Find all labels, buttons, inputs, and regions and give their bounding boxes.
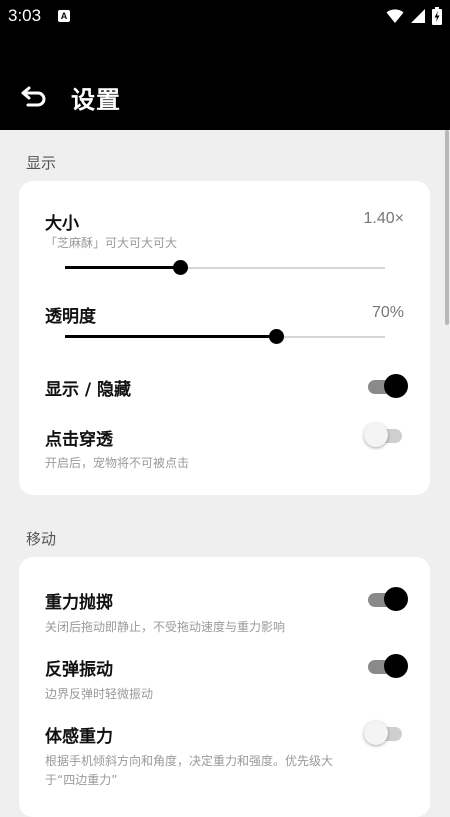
status-bar: 3:03 A [0,0,450,32]
status-icons [386,7,442,25]
size-slider-fill [65,266,181,269]
size-label: 大小 [45,214,79,234]
section-title-move: 移动 [26,530,57,548]
gravity-throw-toggle[interactable] [368,587,408,611]
battery-charging-icon [432,7,442,25]
opacity-value: 70% [371,304,404,321]
scrollbar[interactable] [445,130,449,325]
gravity-throw-toggle-thumb [384,587,408,611]
opacity-slider-thumb[interactable] [269,329,285,344]
wifi-icon [386,9,404,23]
motion-gravity-label: 体感重力 [45,727,113,747]
size-value: 1.40× [363,210,404,227]
app-bar: 设置 [0,32,450,130]
bounce-vibration-toggle[interactable] [368,654,408,678]
size-description: 「芝麻酥」可大可大可大 [45,236,178,250]
click-through-description: 开启后，宠物将不可被点击 [45,456,190,470]
motion-gravity-toggle[interactable] [364,721,402,745]
motion-gravity-description-line2: 于“四边重力” [45,773,118,787]
bounce-vibration-description: 边界反弹时轻微振动 [45,687,154,701]
click-through-toggle[interactable] [364,423,402,447]
show-hide-toggle-thumb [384,374,408,398]
display-card: 大小 1.40× 「芝麻酥」可大可大可大 透明度 70% 显示 / 隐藏 点击穿… [19,181,430,495]
motion-gravity-description-line1: 根据手机倾斜方向和角度，决定重力和强度。优先级大 [45,754,334,768]
section-title-display: 显示 [26,154,57,172]
back-arrow-icon [21,86,46,107]
signal-icon [411,9,425,23]
move-card: 重力抛掷 关闭后拖动即静止，不受拖动速度与重力影响 反弹振动 边界反弹时轻微振动… [19,557,430,817]
opacity-label: 透明度 [45,307,96,327]
click-through-toggle-thumb [364,423,388,447]
size-slider[interactable] [65,260,385,276]
opacity-slider[interactable] [65,329,385,345]
page-title: 设置 [71,86,121,114]
bounce-vibration-toggle-thumb [384,654,408,678]
click-through-label: 点击穿透 [45,430,113,450]
show-hide-toggle[interactable] [368,374,408,398]
a-icon: A [58,10,70,22]
size-slider-thumb[interactable] [173,260,189,275]
show-hide-label: 显示 / 隐藏 [45,380,132,400]
back-button[interactable] [18,79,52,113]
gravity-throw-description: 关闭后拖动即静止，不受拖动速度与重力影响 [45,620,286,634]
bounce-vibration-label: 反弹振动 [45,660,113,680]
motion-gravity-toggle-thumb [364,721,388,745]
gravity-throw-label: 重力抛掷 [45,593,113,613]
status-time: 3:03 [8,6,42,25]
opacity-slider-fill [65,335,277,338]
